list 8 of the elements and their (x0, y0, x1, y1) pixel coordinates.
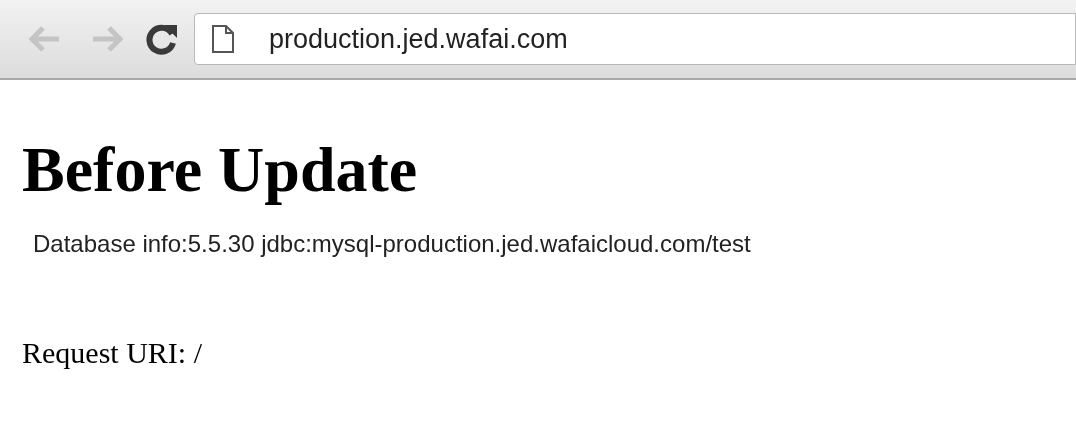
reload-icon (145, 22, 179, 56)
forward-arrow-icon (91, 24, 125, 54)
url-text: production.jed.wafai.com (269, 22, 568, 56)
address-bar[interactable]: production.jed.wafai.com (194, 13, 1076, 65)
request-uri: Request URI: / (22, 335, 203, 371)
back-arrow-icon (27, 24, 61, 54)
page-icon (211, 24, 235, 54)
database-info: Database info:5.5.30 jdbc:mysql-production.jed.wafaicloud.com/test (33, 229, 752, 259)
